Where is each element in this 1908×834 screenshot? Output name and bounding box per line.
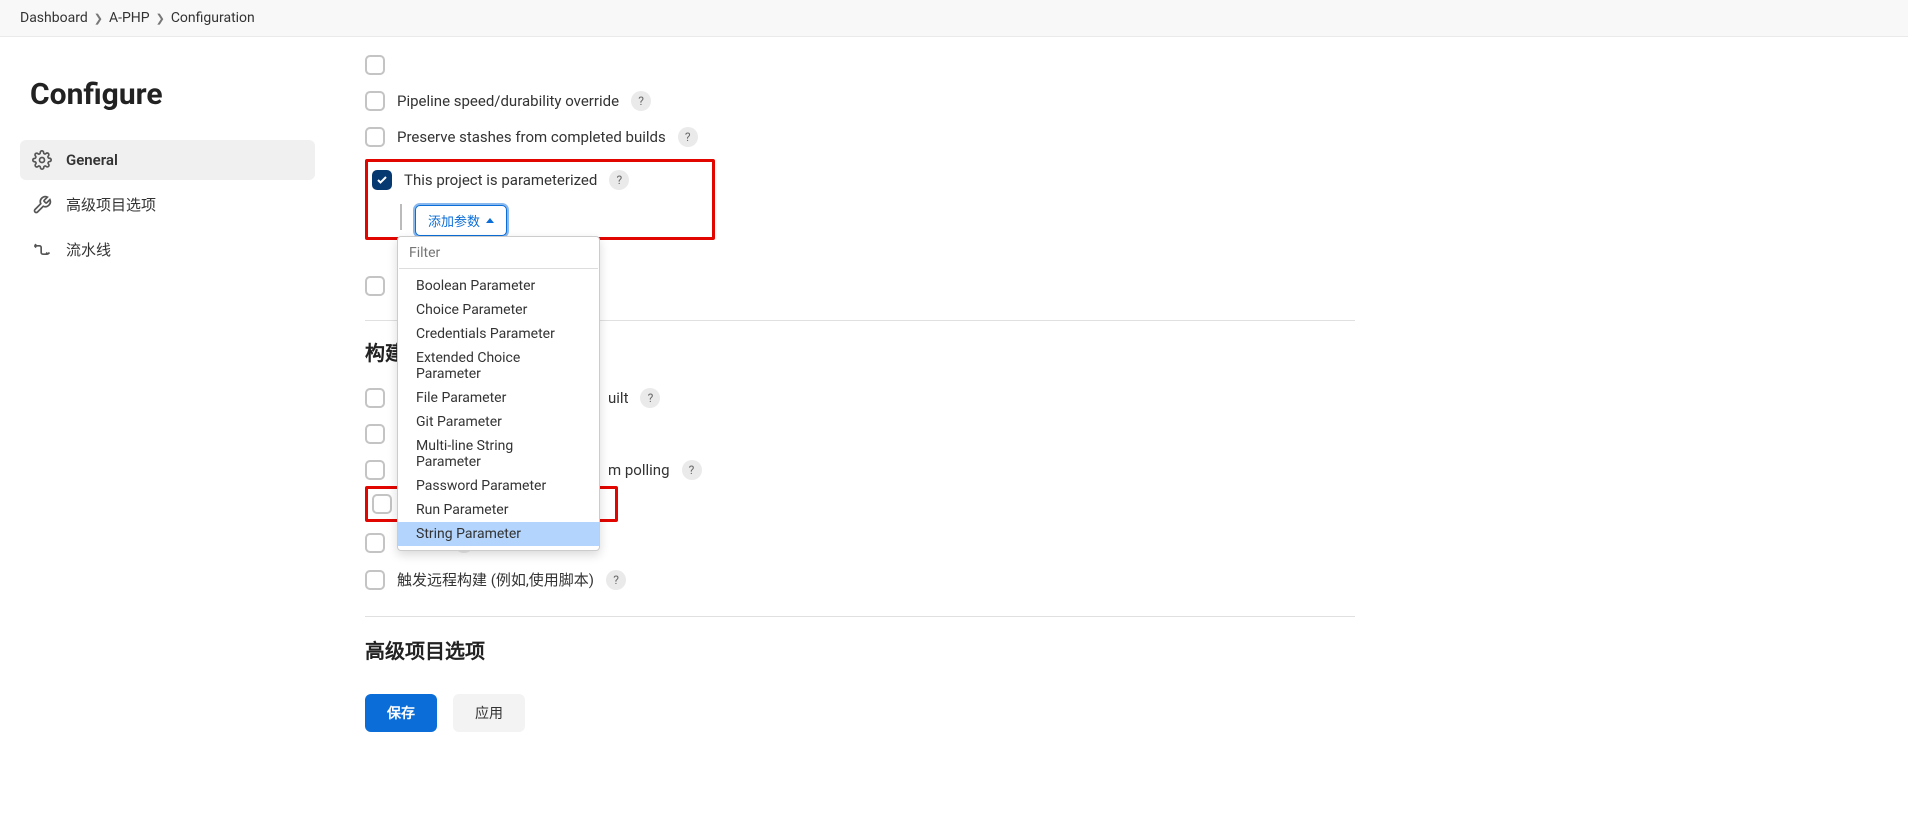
dropdown-item-choice[interactable]: Choice Parameter bbox=[398, 298, 599, 322]
sidebar-item-label: 高级项目选项 bbox=[66, 194, 156, 215]
checkbox[interactable] bbox=[365, 388, 385, 408]
option-pipeline-speed: Pipeline speed/durability override ? bbox=[365, 83, 1355, 119]
chevron-right-icon: ❯ bbox=[94, 12, 103, 25]
dropdown-item-string[interactable]: String Parameter bbox=[398, 522, 599, 546]
sidebar-item-advanced[interactable]: 高级项目选项 bbox=[20, 184, 315, 225]
caret-up-icon bbox=[486, 218, 494, 223]
option-label: This project is parameterized bbox=[404, 171, 597, 189]
breadcrumb-item-configuration[interactable]: Configuration bbox=[171, 10, 255, 26]
option-parameterized: This project is parameterized ? bbox=[368, 162, 712, 198]
chevron-right-icon: ❯ bbox=[156, 12, 165, 25]
sidebar-item-label: General bbox=[66, 151, 118, 169]
help-icon[interactable]: ? bbox=[609, 170, 629, 190]
dropdown-item-credentials[interactable]: Credentials Parameter bbox=[398, 322, 599, 346]
sidebar-item-pipeline[interactable]: 流水线 bbox=[20, 229, 315, 270]
pipeline-icon bbox=[32, 240, 52, 260]
checkbox-parameterized[interactable] bbox=[372, 170, 392, 190]
dropdown-item-boolean[interactable]: Boolean Parameter bbox=[398, 274, 599, 298]
dropdown-item-password[interactable]: Password Parameter bbox=[398, 474, 599, 498]
breadcrumb-item-project[interactable]: A-PHP bbox=[109, 10, 150, 26]
option-label: Preserve stashes from completed builds bbox=[397, 128, 666, 146]
checkbox-quiet-period[interactable] bbox=[365, 533, 385, 553]
page-title: Configure bbox=[30, 77, 315, 112]
sidebar: Configure General 高级项目选项 bbox=[0, 37, 335, 772]
add-param-wrap: 添加参数 bbox=[368, 204, 712, 237]
help-icon[interactable]: ? bbox=[682, 460, 702, 480]
option-label: Pipeline speed/durability override bbox=[397, 92, 619, 110]
option-label-partial: m polling bbox=[608, 461, 670, 479]
breadcrumb-item-dashboard[interactable]: Dashboard bbox=[20, 10, 88, 26]
sidebar-nav: General 高级项目选项 流水线 bbox=[20, 140, 315, 270]
dropdown-item-git[interactable]: Git Parameter bbox=[398, 410, 599, 434]
add-parameter-button[interactable]: 添加参数 bbox=[414, 204, 508, 237]
wrench-icon bbox=[32, 195, 52, 215]
dropdown-list: Boolean Parameter Choice Parameter Crede… bbox=[398, 270, 599, 550]
option-row: placeholder bbox=[365, 47, 1355, 83]
filter-input[interactable] bbox=[399, 238, 598, 269]
option-preserve-stashes: Preserve stashes from completed builds ? bbox=[365, 119, 1355, 155]
checkbox-remote-trigger[interactable] bbox=[365, 570, 385, 590]
option-label: 触发远程构建 (例如,使用脚本) bbox=[397, 569, 594, 590]
checkbox[interactable] bbox=[365, 276, 385, 296]
option-remote-trigger: 触发远程构建 (例如,使用脚本) ? bbox=[365, 561, 1355, 598]
add-parameter-label: 添加参数 bbox=[428, 211, 480, 230]
checkbox-unknown[interactable] bbox=[365, 55, 385, 75]
dropdown-item-multiline-string[interactable]: Multi-line String Parameter bbox=[398, 434, 599, 474]
checkbox-pipeline-speed[interactable] bbox=[365, 91, 385, 111]
breadcrumb: Dashboard ❯ A-PHP ❯ Configuration bbox=[0, 0, 1908, 37]
section-title-advanced: 高级项目选项 bbox=[365, 635, 1355, 664]
dropdown-item-file[interactable]: File Parameter bbox=[398, 386, 599, 410]
checkbox[interactable] bbox=[365, 424, 385, 444]
section-divider bbox=[365, 616, 1355, 617]
help-icon[interactable]: ? bbox=[631, 91, 651, 111]
main-content: placeholder Pipeline speed/durability ov… bbox=[335, 37, 1395, 772]
help-icon[interactable]: ? bbox=[606, 570, 626, 590]
checkbox[interactable] bbox=[372, 494, 392, 514]
help-icon[interactable]: ? bbox=[678, 127, 698, 147]
gear-icon bbox=[32, 150, 52, 170]
footer-buttons: 保存 应用 bbox=[365, 694, 1355, 732]
save-button[interactable]: 保存 bbox=[365, 694, 437, 732]
sidebar-item-general[interactable]: General bbox=[20, 140, 315, 180]
tree-line bbox=[400, 204, 402, 230]
parameter-type-dropdown: Boolean Parameter Choice Parameter Crede… bbox=[397, 236, 600, 551]
sidebar-item-label: 流水线 bbox=[66, 239, 111, 260]
checkbox[interactable] bbox=[365, 460, 385, 480]
option-label-partial: uilt bbox=[608, 389, 628, 407]
highlight-annotation-parameterized: This project is parameterized ? 添加参数 bbox=[365, 159, 715, 240]
dropdown-item-extended-choice[interactable]: Extended Choice Parameter bbox=[398, 346, 599, 386]
help-icon[interactable]: ? bbox=[640, 388, 660, 408]
checkbox-preserve-stashes[interactable] bbox=[365, 127, 385, 147]
dropdown-item-run[interactable]: Run Parameter bbox=[398, 498, 599, 522]
apply-button[interactable]: 应用 bbox=[453, 694, 525, 732]
